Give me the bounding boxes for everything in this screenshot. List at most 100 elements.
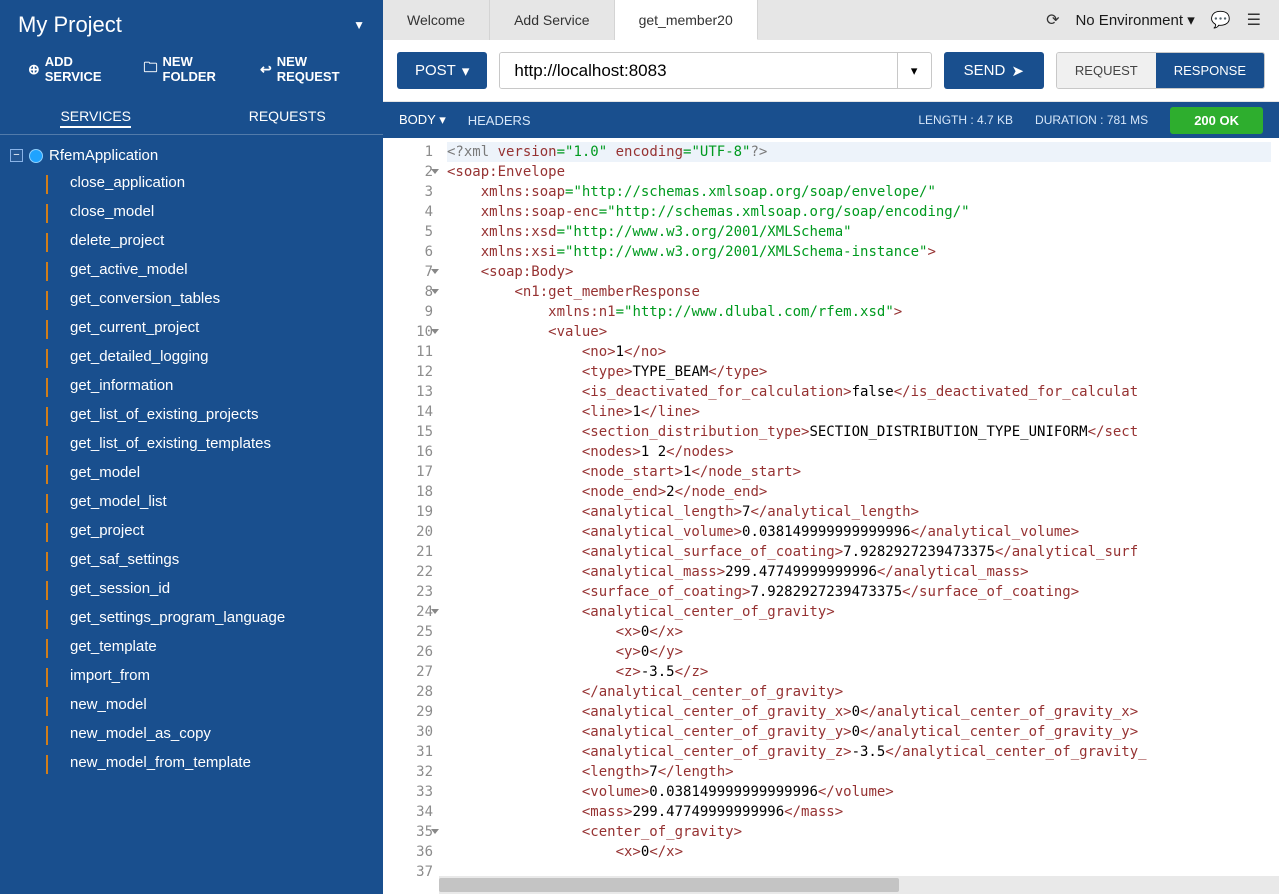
tree-item[interactable]: close_model <box>0 197 383 226</box>
operation-icon <box>46 350 60 364</box>
plus-circle-icon: ⊕ <box>28 61 40 78</box>
tree-item[interactable]: close_application <box>0 168 383 197</box>
tree-item[interactable]: get_detailed_logging <box>0 342 383 371</box>
tree-item[interactable]: get_model <box>0 458 383 487</box>
tree-item[interactable]: get_template <box>0 632 383 661</box>
tree-item-label: get_saf_settings <box>70 551 179 568</box>
operation-icon <box>46 698 60 712</box>
operation-icon <box>46 321 60 335</box>
new-request-button[interactable]: ↩ NEW REQUEST <box>260 54 365 84</box>
tab-add-service[interactable]: Add Service <box>490 0 614 40</box>
project-title[interactable]: My Project <box>18 12 122 38</box>
tab-requests[interactable]: REQUESTS <box>192 98 384 134</box>
tree-item-label: import_from <box>70 667 150 684</box>
tree-item-label: get_template <box>70 638 157 655</box>
tree-item-label: get_model_list <box>70 493 167 510</box>
response-view-button[interactable]: RESPONSE <box>1156 53 1264 88</box>
length-label: LENGTH : 4.7 KB <box>918 113 1013 127</box>
horizontal-scrollbar[interactable] <box>439 876 1279 894</box>
send-button[interactable]: SEND ➤ <box>944 52 1044 89</box>
operation-icon <box>46 263 60 277</box>
headers-tab[interactable]: HEADERS <box>468 113 531 128</box>
tree-item[interactable]: new_model_as_copy <box>0 719 383 748</box>
tree-item-label: new_model_from_template <box>70 754 251 771</box>
url-input[interactable] <box>500 53 896 88</box>
tree-item-label: get_session_id <box>70 580 170 597</box>
tree-item-label: get_current_project <box>70 319 199 336</box>
service-tree: − RfemApplication close_applicationclose… <box>0 135 383 894</box>
new-folder-label: NEW FOLDER <box>163 54 242 84</box>
chevron-down-icon: ▾ <box>462 62 470 80</box>
tree-item[interactable]: delete_project <box>0 226 383 255</box>
operation-icon <box>46 669 60 683</box>
tree-item[interactable]: get_session_id <box>0 574 383 603</box>
add-service-button[interactable]: ⊕ ADD SERVICE <box>28 54 126 84</box>
chat-icon[interactable]: 💬 <box>1211 10 1231 30</box>
globe-icon <box>29 149 43 163</box>
root-label: RfemApplication <box>49 147 158 164</box>
request-view-button[interactable]: REQUEST <box>1057 53 1156 88</box>
operation-icon <box>46 176 60 190</box>
tab-welcome[interactable]: Welcome <box>383 0 490 40</box>
body-tab[interactable]: BODY ▾ <box>399 112 446 128</box>
line-gutter: 1234567891011121314151617181920212223242… <box>383 138 439 894</box>
tree-item[interactable]: get_current_project <box>0 313 383 342</box>
tree-item-label: get_settings_program_language <box>70 609 285 626</box>
tree-item[interactable]: get_list_of_existing_projects <box>0 400 383 429</box>
code-area[interactable]: <?xml version="1.0" encoding="UTF-8"?><s… <box>439 138 1279 894</box>
tree-item[interactable]: new_model_from_template <box>0 748 383 777</box>
collapse-icon[interactable]: − <box>10 149 23 162</box>
tree-item-label: get_project <box>70 522 144 539</box>
tree-item-label: get_list_of_existing_projects <box>70 406 258 423</box>
scrollbar-thumb[interactable] <box>439 878 899 892</box>
send-icon: ➤ <box>1011 62 1024 80</box>
request-icon: ↩ <box>260 61 272 78</box>
tree-item[interactable]: get_information <box>0 371 383 400</box>
topbar: Welcome Add Service get_member20 ⟳ No En… <box>383 0 1279 40</box>
operation-icon <box>46 379 60 393</box>
refresh-icon[interactable]: ⟳ <box>1046 10 1059 30</box>
tree-item-label: get_information <box>70 377 173 394</box>
tree-item-label: get_detailed_logging <box>70 348 208 365</box>
operation-icon <box>46 553 60 567</box>
tree-item-label: close_application <box>70 174 185 191</box>
tree-item-label: get_model <box>70 464 140 481</box>
new-request-label: NEW REQUEST <box>277 54 365 84</box>
operation-icon <box>46 234 60 248</box>
add-service-label: ADD SERVICE <box>45 54 126 84</box>
tree-item-label: new_model <box>70 696 147 713</box>
tree-item-label: get_conversion_tables <box>70 290 220 307</box>
operation-icon <box>46 756 60 770</box>
project-menu-caret[interactable]: ▼ <box>353 18 365 32</box>
tree-item[interactable]: get_saf_settings <box>0 545 383 574</box>
folder-plus-icon: 🗀 <box>144 57 158 81</box>
operation-icon <box>46 582 60 596</box>
status-badge: 200 OK <box>1170 107 1263 134</box>
operation-icon <box>46 408 60 422</box>
new-folder-button[interactable]: 🗀NEW FOLDER <box>144 54 242 84</box>
tree-item-label: new_model_as_copy <box>70 725 211 742</box>
tree-item-label: delete_project <box>70 232 164 249</box>
operation-icon <box>46 727 60 741</box>
tab-get-member20[interactable]: get_member20 <box>615 0 758 40</box>
tree-item[interactable]: get_conversion_tables <box>0 284 383 313</box>
tree-item[interactable]: new_model <box>0 690 383 719</box>
response-editor[interactable]: 1234567891011121314151617181920212223242… <box>383 138 1279 894</box>
operation-icon <box>46 495 60 509</box>
tree-root[interactable]: − RfemApplication <box>0 143 383 168</box>
tree-item[interactable]: get_settings_program_language <box>0 603 383 632</box>
tree-item[interactable]: get_model_list <box>0 487 383 516</box>
operation-icon <box>46 640 60 654</box>
tree-item[interactable]: get_list_of_existing_templates <box>0 429 383 458</box>
tree-item-label: get_active_model <box>70 261 188 278</box>
tree-item[interactable]: import_from <box>0 661 383 690</box>
tab-services[interactable]: SERVICES <box>0 98 192 134</box>
url-history-dropdown[interactable]: ▾ <box>897 53 931 88</box>
operation-icon <box>46 611 60 625</box>
environment-selector[interactable]: No Environment ▾ <box>1075 11 1194 29</box>
tree-item[interactable]: get_project <box>0 516 383 545</box>
operation-icon <box>46 466 60 480</box>
tree-item[interactable]: get_active_model <box>0 255 383 284</box>
menu-icon[interactable]: ☰ <box>1247 10 1261 30</box>
method-selector[interactable]: POST ▾ <box>397 52 487 89</box>
